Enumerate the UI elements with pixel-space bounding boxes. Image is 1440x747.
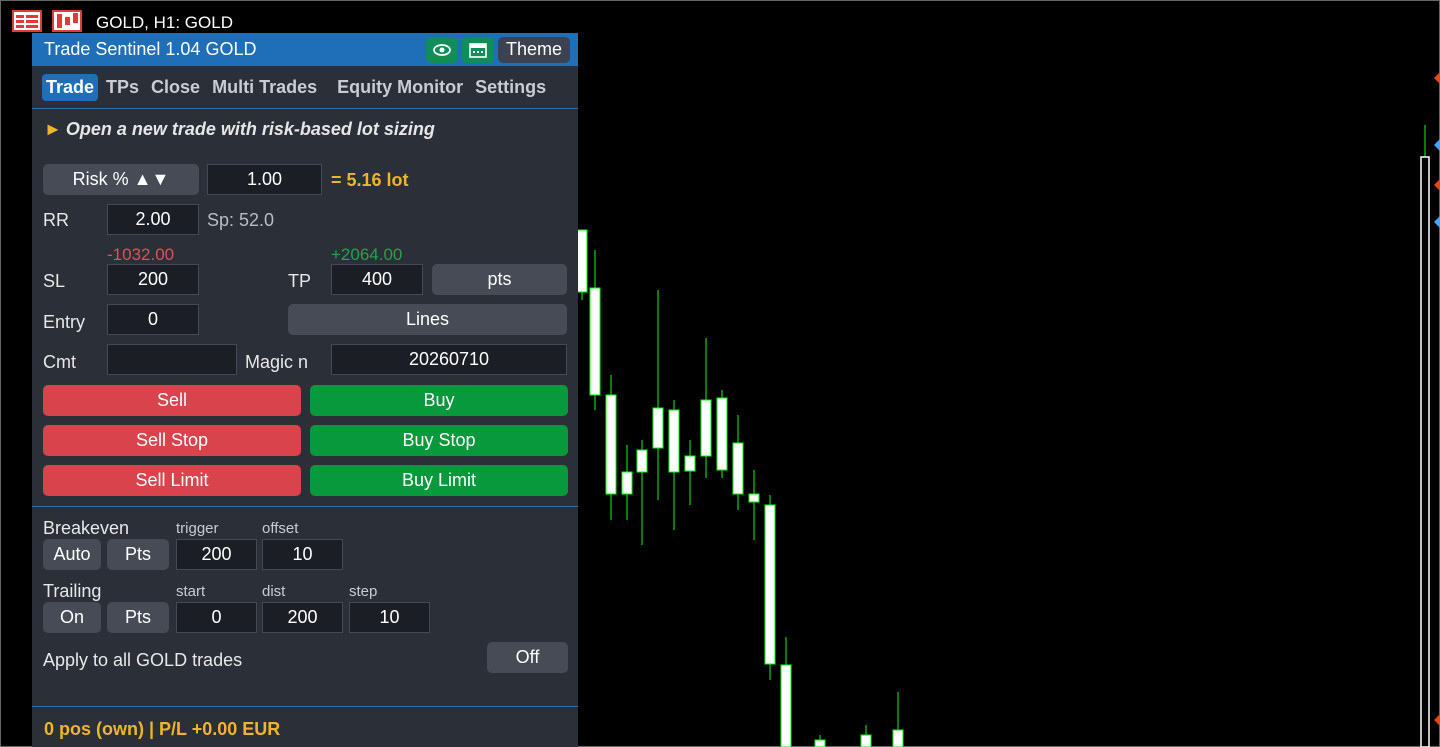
candle-body	[700, 399, 712, 457]
tab-tps[interactable]: TPs	[102, 74, 143, 101]
trade-hint-text: Open a new trade with risk-based lot siz…	[65, 119, 435, 139]
tab-settings[interactable]: Settings	[471, 74, 550, 101]
section-divider	[32, 506, 578, 507]
tp-field[interactable]: 400	[331, 264, 423, 295]
risk-mode-button[interactable]: Risk % ▲▼	[43, 164, 199, 195]
breakeven-offset-field[interactable]: 10	[262, 539, 343, 570]
magic-field[interactable]: 20260710	[331, 344, 567, 375]
apply-all-label: Apply to all GOLD trades	[43, 650, 243, 670]
tab-trade[interactable]: Trade	[42, 73, 99, 101]
panel-tabs: Trade TPs Close Multi Trades Equity Moni…	[32, 66, 578, 109]
candle-body	[732, 442, 744, 495]
sl-label: SL	[43, 271, 66, 291]
chart-symbol-label: GOLD, H1: GOLD	[96, 13, 233, 32]
buy-limit-button[interactable]: Buy Limit	[310, 465, 568, 496]
tp-label: TP	[288, 271, 312, 291]
comment-field[interactable]	[107, 344, 237, 375]
right-edge-markers	[1420, 72, 1440, 747]
trailing-dist-field[interactable]: 200	[262, 602, 343, 633]
theme-button[interactable]: Theme	[497, 36, 570, 63]
eye-icon[interactable]	[425, 36, 458, 63]
comment-label: Cmt	[43, 352, 76, 372]
breakeven-auto-button[interactable]: Auto	[43, 539, 101, 570]
arrow-marker-icon	[1434, 139, 1440, 151]
candle-body	[605, 394, 617, 495]
buy-stop-button[interactable]: Buy Stop	[310, 425, 568, 456]
magic-label: Magic n	[245, 352, 309, 372]
entry-field[interactable]: 0	[107, 304, 199, 335]
lot-size-result: = 5.16 lot	[331, 170, 409, 190]
candle-body	[748, 493, 760, 503]
candles	[576, 229, 904, 747]
trailing-step-label: step	[349, 583, 378, 600]
candle-body	[589, 287, 601, 396]
entry-label: Entry	[43, 312, 86, 332]
trade-hint: ► Open a new trade with risk-based lot si…	[44, 119, 435, 140]
sell-button[interactable]: Sell	[43, 385, 301, 416]
trailing-pts-button[interactable]: Pts	[107, 602, 169, 633]
calendar-icon[interactable]	[461, 36, 494, 63]
lines-button[interactable]: Lines	[288, 304, 567, 335]
trailing-dist-label: dist	[262, 583, 286, 600]
sl-field[interactable]: 200	[107, 264, 199, 295]
panel-title-bar[interactable]: Trade Sentinel 1.04 GOLD Theme	[32, 33, 578, 66]
breakeven-offset-label: offset	[262, 520, 299, 537]
breakeven-trigger-label: trigger	[176, 520, 219, 537]
rr-label: RR	[43, 210, 69, 230]
candle-body	[716, 397, 728, 471]
breakeven-pts-button[interactable]: Pts	[107, 539, 169, 570]
candle-body	[764, 504, 776, 665]
trailing-start-field[interactable]: 0	[176, 602, 257, 633]
trailing-start-label: start	[176, 583, 206, 600]
pts-unit-button[interactable]: pts	[432, 264, 567, 295]
trade-sentinel-panel: Trade Sentinel 1.04 GOLD Theme Trade TPs…	[32, 33, 578, 747]
sell-limit-button[interactable]: Sell Limit	[43, 465, 301, 496]
chart-header: GOLD, H1: GOLD	[12, 9, 233, 35]
risk-value-field[interactable]: 1.00	[207, 164, 322, 195]
sl-money: -1032.00	[107, 245, 175, 264]
panel-title: Trade Sentinel 1.04 GOLD	[44, 39, 257, 59]
candle-body	[652, 407, 664, 449]
candle-body	[576, 229, 588, 293]
tp-money: +2064.00	[331, 245, 403, 264]
arrow-marker-icon	[1434, 714, 1440, 726]
breakeven-trigger-field[interactable]: 200	[176, 539, 257, 570]
candle-body	[668, 409, 680, 473]
trailing-step-field[interactable]: 10	[349, 602, 430, 633]
play-arrow-icon: ►	[44, 119, 62, 139]
trailing-label: Trailing	[43, 581, 102, 601]
tab-equity-monitor[interactable]: Equity Monitor	[333, 74, 467, 101]
sell-stop-button[interactable]: Sell Stop	[43, 425, 301, 456]
candle-body	[780, 664, 792, 747]
candle-body	[892, 729, 904, 747]
apply-all-toggle[interactable]: Off	[487, 642, 568, 673]
spread-readout: Sp: 52.0	[207, 210, 275, 230]
candle-body	[621, 471, 633, 495]
arrow-marker-icon	[1434, 72, 1440, 84]
arrow-marker-icon	[1434, 179, 1440, 191]
buy-button[interactable]: Buy	[310, 385, 568, 416]
breakeven-label: Breakeven	[43, 518, 130, 538]
tab-close[interactable]: Close	[147, 74, 204, 101]
arrow-marker-icon	[1434, 216, 1440, 228]
status-divider	[32, 706, 578, 707]
candle-body	[636, 449, 648, 473]
candle-body	[684, 455, 696, 472]
tab-multi-trades[interactable]: Multi Trades	[208, 74, 321, 101]
rr-field[interactable]: 2.00	[107, 204, 199, 235]
trailing-on-button[interactable]: On	[43, 602, 101, 633]
candle-body	[814, 739, 826, 747]
position-status: 0 pos (own) | P/L +0.00 EUR	[44, 719, 281, 739]
candle-body	[860, 734, 872, 747]
